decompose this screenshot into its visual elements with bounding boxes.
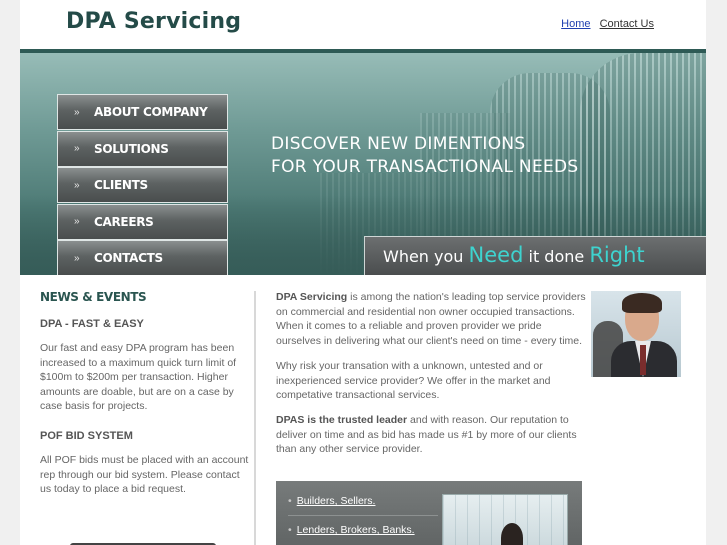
menu-item-careers[interactable]: » CAREERS [57, 203, 228, 240]
main-content: DPA Servicing is among the nation's lead… [276, 290, 586, 467]
news-item-title: POF BID SYSTEM [40, 429, 133, 442]
news-item-body: All POF bids must be placed with an acco… [40, 453, 249, 496]
slogan-highlight: Right [589, 243, 645, 267]
menu-item-label: SOLUTIONS [94, 141, 169, 156]
menu-item-about-company[interactable]: » ABOUT COMPANY [57, 94, 228, 130]
slogan-text: When you Need it done Right [383, 243, 645, 267]
link-separator [288, 515, 438, 516]
intro-paragraph: DPA Servicing is among the nation's lead… [276, 290, 586, 349]
slogan-bar: When you Need it done Right [364, 236, 706, 275]
side-menu: » ABOUT COMPANY » SOLUTIONS » CLIENTS » … [57, 94, 228, 275]
menu-item-label: CLIENTS [94, 178, 148, 192]
tagline-line: DISCOVER NEW DIMENTIONS [271, 134, 526, 154]
client-links-box: • Builders, Sellers. • Lenders, Brokers, B… [276, 481, 582, 545]
hero-banner: » ABOUT COMPANY » SOLUTIONS » CLIENTS » … [20, 53, 706, 275]
bullet-icon: • [288, 495, 292, 507]
hero-tagline: DISCOVER NEW DIMENTIONS FOR YOUR TRANSAC… [271, 133, 579, 179]
double-chevron-right-icon: » [74, 252, 80, 264]
double-chevron-right-icon: » [74, 143, 80, 154]
businessman-photo [591, 291, 681, 377]
link-label: Lenders, Brokers, Banks. [296, 524, 415, 536]
slogan-part: When you [383, 247, 469, 266]
link-builders-sellers[interactable]: • Builders, Sellers. [288, 495, 375, 507]
risk-paragraph: Why risk your transation with a unknown,… [276, 359, 551, 402]
nav-home-link[interactable]: Home [561, 18, 590, 30]
menu-item-contacts[interactable]: » CONTACTS [57, 240, 228, 275]
slogan-highlight: Need [468, 243, 524, 267]
column-divider [254, 291, 256, 545]
news-column: NEWS & EVENTS DPA - FAST & EASY Our fast… [40, 290, 250, 513]
menu-item-solutions[interactable]: » SOLUTIONS [57, 130, 228, 167]
news-item-title: DPA - FAST & EASY [40, 318, 144, 330]
double-chevron-right-icon: » [74, 179, 80, 191]
double-chevron-right-icon: » [74, 216, 80, 227]
menu-item-clients[interactable]: » CLIENTS [57, 167, 228, 203]
menu-item-label: ABOUT COMPANY [94, 105, 208, 119]
photo-person [501, 523, 523, 545]
bullet-icon: • [288, 524, 292, 536]
double-chevron-right-icon: » [74, 106, 80, 118]
slogan-part: it done [523, 247, 590, 266]
photo-tie [640, 345, 646, 375]
tagline-line: FOR YOUR TRANSACTIONAL NEEDS [271, 157, 579, 177]
menu-item-label: CAREERS [94, 214, 154, 229]
page: DPA Servicing Home Contact Us » ABOUT CO… [20, 0, 706, 545]
menu-item-label: CONTACTS [94, 251, 163, 265]
photo-hair [622, 293, 662, 313]
top-nav: Home Contact Us [555, 18, 654, 30]
office-photo [442, 494, 568, 545]
company-name: DPA Servicing [276, 291, 348, 303]
news-item-body: Our fast and easy DPA program has been i… [40, 342, 237, 413]
nav-contact-link[interactable]: Contact Us [600, 18, 654, 30]
leader-paragraph: DPAS is the trusted leader and with reas… [276, 413, 586, 457]
leader-bold: DPAS is the trusted leader [276, 413, 408, 426]
news-heading: NEWS & EVENTS [40, 290, 147, 304]
link-lenders-brokers-banks[interactable]: • Lenders, Brokers, Banks. [288, 524, 415, 536]
site-logo[interactable]: DPA Servicing [66, 9, 241, 34]
link-label: Builders, Sellers. [296, 495, 376, 507]
